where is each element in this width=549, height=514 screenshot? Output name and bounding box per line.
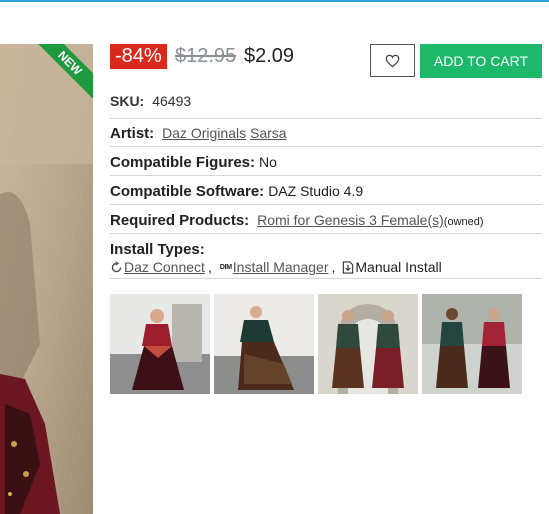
thumbnail-3[interactable] — [318, 294, 418, 394]
required-products-label: Required Products: — [110, 212, 250, 229]
install-types-label: Install Types: — [110, 241, 205, 258]
install-manager-link[interactable]: Install Manager — [233, 259, 329, 275]
product-main-image-art — [0, 44, 93, 514]
sku-line: SKU: 46493 — [110, 93, 191, 109]
compatible-software-value: DAZ Studio 4.9 — [268, 183, 364, 199]
discount-badge: -84% — [110, 44, 167, 69]
wishlist-button[interactable] — [370, 44, 415, 77]
artist-row: Artist: Daz Originals Sarsa — [110, 118, 542, 146]
sku-value: 46493 — [152, 93, 192, 109]
compatible-figures-label: Compatible Figures: — [110, 154, 256, 171]
daz-connect-link[interactable]: Daz Connect — [124, 259, 205, 275]
compatible-figures-value: No — [259, 154, 277, 170]
manual-install-icon — [343, 260, 354, 274]
artist-link-daz-originals[interactable]: Daz Originals — [162, 125, 246, 141]
sku-label: SKU: — [110, 93, 145, 109]
owned-note: (owned) — [443, 216, 484, 228]
compatible-software-label: Compatible Software: — [110, 183, 265, 200]
install-types-list: Daz Connect, DIM Install Manager, Manual… — [110, 259, 542, 275]
compatible-software-row: Compatible Software: DAZ Studio 4.9 — [110, 175, 542, 204]
thumbnail-2[interactable] — [214, 294, 314, 394]
compatible-figures-row: Compatible Figures: No — [110, 146, 542, 175]
artist-label: Artist: — [110, 125, 155, 142]
product-main-image: NEW — [0, 44, 93, 514]
sale-price: $2.09 — [244, 45, 295, 67]
install-types-row: Install Types: Daz Connect, DIM Install … — [110, 233, 542, 279]
top-border — [0, 0, 549, 2]
thumbnail-4[interactable] — [422, 294, 522, 394]
required-products-row: Required Products: Romi for Genesis 3 Fe… — [110, 204, 542, 233]
add-to-cart-button[interactable]: ADD TO CART — [420, 44, 542, 78]
artist-link-sarsa[interactable]: Sarsa — [250, 125, 287, 141]
install-manager-icon: DIM — [219, 263, 232, 271]
original-price: $12.95 — [175, 45, 237, 67]
daz-connect-icon — [111, 260, 122, 272]
required-product-link[interactable]: Romi for Genesis 3 Female(s) — [257, 212, 444, 228]
thumbnail-1[interactable] — [110, 294, 210, 394]
product-details: Artist: Daz Originals Sarsa Compatible F… — [110, 118, 542, 279]
heart-icon — [385, 54, 400, 67]
thumbnail-gallery — [110, 294, 522, 394]
manual-install-label: Manual Install — [355, 259, 442, 275]
